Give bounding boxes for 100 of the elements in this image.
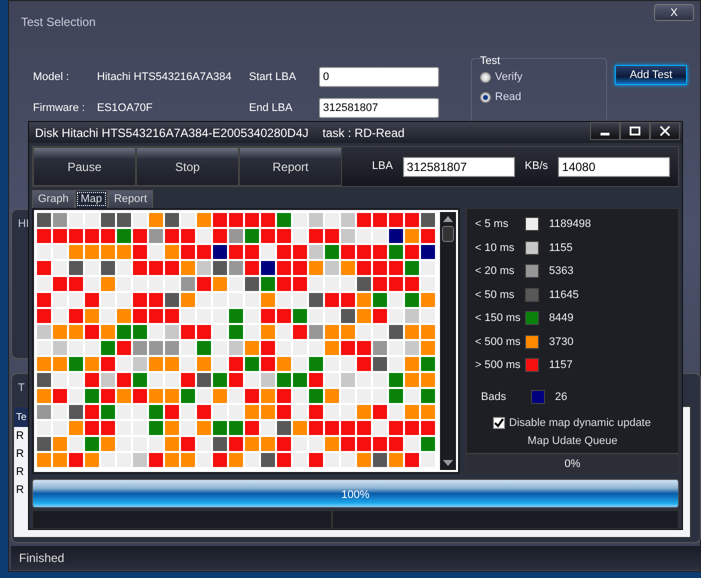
legend-count: 8449 <box>549 311 574 326</box>
map-cell <box>116 276 132 292</box>
list-row[interactable]: R <box>14 481 24 499</box>
map-cell <box>180 260 196 276</box>
map-cell <box>100 324 116 340</box>
map-cell <box>308 228 324 244</box>
map-cell <box>404 276 420 292</box>
tab[interactable]: Report <box>108 190 154 208</box>
legend-label: < 5 ms <box>475 217 510 232</box>
maximize-icon[interactable] <box>620 122 650 140</box>
map-cell <box>148 372 164 388</box>
map-cell <box>228 260 244 276</box>
map-cell <box>308 436 324 452</box>
map-cell <box>420 404 436 420</box>
map-cell <box>100 276 116 292</box>
map-cell <box>196 244 212 260</box>
map-cell <box>100 372 116 388</box>
map-cell <box>228 276 244 292</box>
map-cell <box>52 372 68 388</box>
map-cell <box>180 340 196 356</box>
map-cell <box>420 452 436 468</box>
map-cell <box>196 292 212 308</box>
map-cell <box>340 436 356 452</box>
scroll-up-icon[interactable] <box>443 216 453 222</box>
input-field[interactable]: 14080 <box>558 156 670 177</box>
map-cell <box>324 388 340 404</box>
map-cell <box>324 356 340 372</box>
map-cell <box>164 324 180 340</box>
map-cell <box>420 324 436 340</box>
map-cell <box>68 340 84 356</box>
map-cell <box>372 292 388 308</box>
map-cell <box>84 356 100 372</box>
map-cell <box>36 276 52 292</box>
map-cell <box>340 404 356 420</box>
map-cell <box>356 420 372 436</box>
list-row[interactable]: R <box>14 445 24 463</box>
map-cell <box>36 452 52 468</box>
map-cell <box>244 324 260 340</box>
map-cell <box>180 372 196 388</box>
map-cell <box>84 388 100 404</box>
map-cell <box>276 324 292 340</box>
checkbox[interactable] <box>493 416 505 429</box>
map-cell <box>164 372 180 388</box>
list-row[interactable]: R <box>14 427 24 445</box>
legend-count: 5363 <box>549 264 574 280</box>
map-cell <box>244 308 260 324</box>
map-cell <box>36 436 52 452</box>
close-button[interactable]: X <box>654 4 694 21</box>
map-cell <box>68 452 84 468</box>
toolbar-button[interactable]: Stop <box>136 147 239 186</box>
map-cell <box>196 372 212 388</box>
map-cell <box>52 452 68 468</box>
task-label: task : RD-Read <box>322 124 405 142</box>
close-icon[interactable] <box>650 122 680 140</box>
map-cell <box>116 372 132 388</box>
scroll-thumb[interactable] <box>442 226 454 242</box>
map-cell <box>196 452 212 468</box>
toolbar-button[interactable]: Report <box>239 147 342 186</box>
map-cell <box>164 452 180 468</box>
list-row[interactable]: R <box>14 463 24 481</box>
map-cell <box>180 228 196 244</box>
tab[interactable]: Map <box>74 190 108 208</box>
map-cell <box>388 372 404 388</box>
map-cell <box>356 276 372 292</box>
map-cell <box>36 324 52 340</box>
map-cell <box>308 276 324 292</box>
scroll-down-icon[interactable] <box>443 460 453 466</box>
map-cell <box>228 308 244 324</box>
toolbar-button[interactable]: Pause <box>33 147 136 186</box>
map-cell <box>420 260 436 276</box>
map-cell <box>276 308 292 324</box>
map-cell <box>244 388 260 404</box>
map-cell <box>244 228 260 244</box>
map-cell <box>276 372 292 388</box>
input-field[interactable]: 312581807 <box>319 98 439 118</box>
radio-button[interactable] <box>480 92 491 102</box>
map-cell <box>260 308 276 324</box>
map-cell <box>420 340 436 356</box>
minimize-icon[interactable] <box>590 122 620 140</box>
add-test-button[interactable]: Add Test <box>615 65 687 85</box>
input-field[interactable]: 312581807 <box>402 156 515 177</box>
radio-button[interactable] <box>480 72 491 82</box>
map-cell <box>292 436 308 452</box>
map-cell <box>148 212 164 228</box>
group-title: Test <box>480 54 500 69</box>
map-cell <box>116 260 132 276</box>
input-field[interactable]: 0 <box>319 67 439 87</box>
map-cell <box>420 212 436 228</box>
map-cell <box>84 292 100 308</box>
map-cell <box>372 276 388 292</box>
map-cell <box>212 388 228 404</box>
map-cell <box>164 228 180 244</box>
map-cell <box>388 308 404 324</box>
map-cell <box>228 388 244 404</box>
tab[interactable]: Graph <box>32 190 75 208</box>
scrollbar[interactable] <box>440 212 456 470</box>
field-value: Hitachi HTS543216A7A384 <box>97 70 233 85</box>
map-cell <box>228 212 244 228</box>
map-cell <box>52 308 68 324</box>
map-cell <box>308 356 324 372</box>
